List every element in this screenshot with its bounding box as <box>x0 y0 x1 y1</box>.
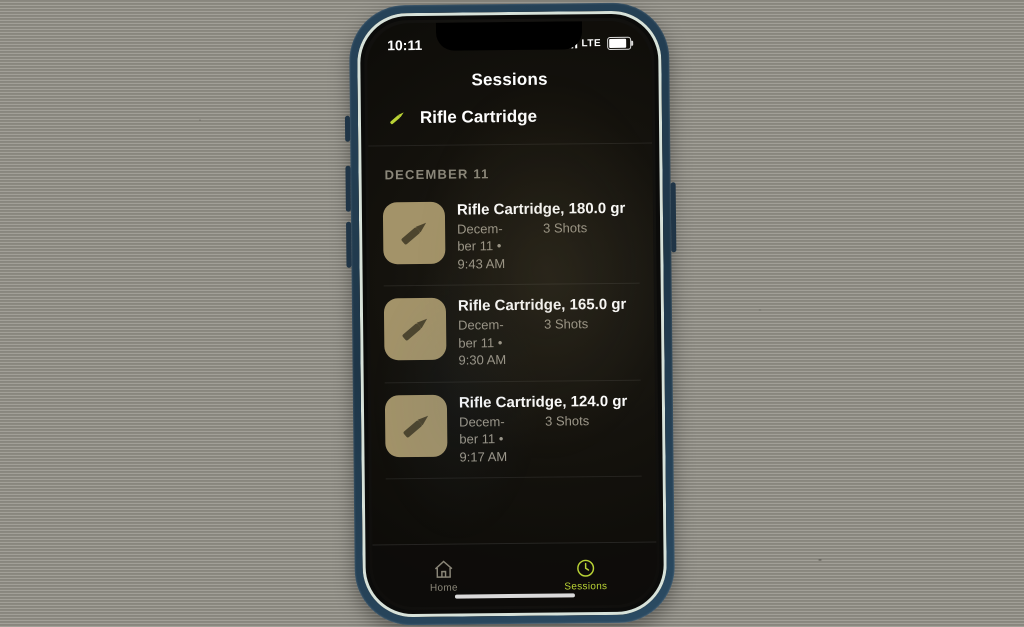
cartridge-icon <box>384 105 410 131</box>
mute-switch[interactable] <box>345 116 350 142</box>
session-timestamp: Decem- ber 11 • 9:43 AM <box>457 220 530 273</box>
page-title: Sessions <box>367 69 651 92</box>
tab-home-label: Home <box>430 582 458 593</box>
session-timestamp: Decem- ber 11 • 9:30 AM <box>458 316 531 369</box>
profile-label: Rifle Cartridge <box>420 107 537 128</box>
tab-sessions-label: Sessions <box>564 581 607 592</box>
volume-up-button[interactable] <box>345 166 350 212</box>
bullet-icon <box>393 212 435 254</box>
session-shot-count: 3 Shots <box>545 412 589 430</box>
status-time: 10:11 <box>387 37 422 53</box>
phone-bezel: 10:11 LTE Sessions <box>357 10 667 617</box>
bullet-icon <box>394 308 436 350</box>
phone-screen: 10:11 LTE Sessions <box>367 21 657 608</box>
profile-filter-row[interactable]: Rifle Cartridge <box>368 103 652 147</box>
display-notch <box>436 21 582 51</box>
session-title: Rifle Cartridge, 180.0 gr <box>457 200 639 221</box>
clock-icon <box>575 557 597 579</box>
volume-down-button[interactable] <box>346 222 351 268</box>
phone-case: 10:11 LTE Sessions <box>349 2 675 625</box>
date-header: DECEMBER 11 <box>384 165 636 183</box>
home-icon <box>433 558 455 580</box>
battery-icon <box>607 36 631 49</box>
network-label: LTE <box>581 38 601 49</box>
session-shot-count: 3 Shots <box>544 315 588 333</box>
bullet-icon <box>395 405 437 447</box>
session-row[interactable]: Rifle Cartridge, 165.0 gr Decem- ber 11 … <box>384 284 641 383</box>
session-title: Rifle Cartridge, 124.0 gr <box>459 392 641 413</box>
session-title: Rifle Cartridge, 165.0 gr <box>458 296 640 317</box>
power-button[interactable] <box>671 182 677 252</box>
session-row[interactable]: Rifle Cartridge, 180.0 gr Decem- ber 11 … <box>383 188 640 287</box>
session-thumb <box>384 298 447 361</box>
session-thumb <box>383 202 446 265</box>
sessions-list[interactable]: DECEMBER 11 Rifle Cartridge, 180.0 gr <box>368 161 656 544</box>
session-thumb <box>385 394 448 457</box>
session-row[interactable]: Rifle Cartridge, 124.0 gr Decem- ber 11 … <box>385 380 642 479</box>
session-timestamp: Decem- ber 11 • 9:17 AM <box>459 412 532 465</box>
session-shot-count: 3 Shots <box>543 219 587 237</box>
